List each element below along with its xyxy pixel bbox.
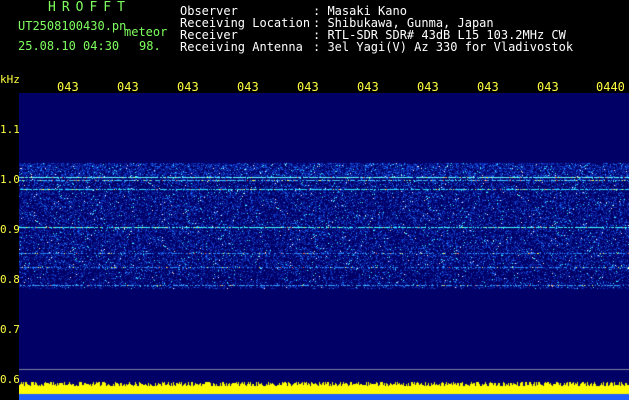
x-tick-label: 0440	[596, 80, 625, 94]
x-tick-label: 043	[417, 80, 439, 94]
x-tick-label: 043	[477, 80, 499, 94]
y-axis-unit: kHz	[0, 73, 20, 86]
y-tick-label: 1.1	[0, 123, 20, 136]
meteor-count: 98.	[139, 39, 161, 53]
spectrogram	[19, 93, 629, 400]
y-tick-label: 0.8	[0, 273, 20, 286]
filename-label: UT2508100430.pn	[18, 19, 127, 33]
x-tick-label: 043	[177, 80, 199, 94]
y-tick-label: 0.9	[0, 223, 20, 236]
x-tick-label: 043	[57, 80, 79, 94]
y-tick-label: 0.6	[0, 373, 20, 386]
timestamp-label: 25.08.10 04:30	[18, 39, 120, 53]
x-tick-label: 043	[537, 80, 559, 94]
info-label-antenna: Receiving Antenna	[180, 40, 303, 54]
brand-title: HROFFT	[48, 0, 131, 15]
y-tick-label: 0.7	[0, 323, 20, 336]
x-tick-label: 043	[357, 80, 379, 94]
x-tick-label: 043	[237, 80, 259, 94]
meteor-label: meteor	[124, 25, 168, 39]
y-tick-label: 1.0	[0, 173, 20, 186]
x-tick-label: 043	[297, 80, 319, 94]
x-tick-label: 043	[117, 80, 139, 94]
header-panel: HROFFT UT2508100430.pn meteor 25.08.10 0…	[0, 0, 629, 70]
info-value-antenna: : 3el Yagi(V) Az 330 for Vladivostok	[313, 40, 574, 54]
